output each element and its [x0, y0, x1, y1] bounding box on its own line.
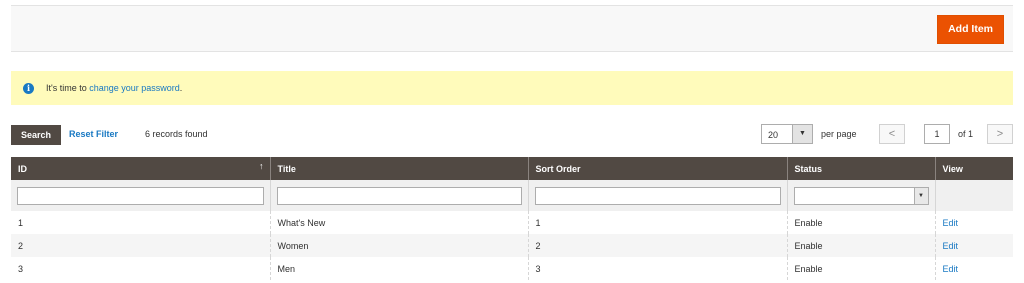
filter-cell-status: ▼ — [787, 180, 936, 211]
chevron-down-icon: ▼ — [913, 187, 928, 204]
cell-title: Women — [270, 234, 529, 257]
per-page-select[interactable]: 20 ▼ — [761, 124, 813, 144]
cell-sort-order: 3 — [528, 257, 788, 280]
add-item-button[interactable]: Add Item — [937, 15, 1004, 44]
table-row: 2 Women 2 Enable Edit — [11, 234, 1013, 257]
grid-toolbar: Search Reset Filter 6 records found 20 ▼… — [11, 124, 1013, 146]
filter-status-select[interactable]: ▼ — [793, 186, 929, 205]
filter-title-input[interactable] — [276, 186, 522, 205]
column-header-view-label: View — [942, 163, 963, 174]
chevron-left-icon: < — [888, 128, 896, 140]
page-total: of 1 — [958, 129, 974, 139]
cell-title: Men — [270, 257, 529, 280]
column-header-status[interactable]: Status — [787, 157, 936, 180]
chevron-down-icon: ▼ — [792, 125, 812, 143]
column-header-view: View — [935, 157, 1013, 180]
edit-link[interactable]: Edit — [943, 241, 959, 251]
per-page-label: per page — [821, 129, 857, 139]
next-page-button[interactable]: > — [987, 124, 1013, 144]
grid-header-row: ID ↑ Title Sort Order Status View — [11, 157, 1013, 180]
cell-status: Enable — [787, 257, 936, 280]
filter-row: ▼ — [11, 180, 1013, 211]
column-header-title[interactable]: Title — [270, 157, 529, 180]
filter-cell-sort-order — [528, 180, 788, 211]
column-header-sort-order[interactable]: Sort Order — [528, 157, 788, 180]
column-header-id-label: ID — [18, 163, 27, 174]
filter-sort-order-input[interactable] — [534, 186, 781, 205]
info-icon: i — [23, 82, 34, 94]
column-header-sort-order-label: Sort Order — [535, 163, 581, 174]
password-notice: i It's time to change your password. — [11, 71, 1013, 105]
filter-id-input[interactable] — [17, 186, 264, 205]
items-grid: ID ↑ Title Sort Order Status View ▼ 1 Wha… — [11, 157, 1013, 280]
cell-view: Edit — [935, 211, 1013, 234]
column-header-title-label: Title — [277, 163, 296, 174]
filter-cell-view — [935, 180, 1013, 211]
notice-prefix: It's time to — [46, 83, 90, 93]
cell-status: Enable — [787, 234, 936, 257]
column-header-id[interactable]: ID ↑ — [11, 157, 271, 180]
filter-cell-title — [270, 180, 529, 211]
notice-text: It's time to change your password. — [46, 83, 182, 93]
table-row: 1 What's New 1 Enable Edit — [11, 211, 1013, 234]
cell-id: 2 — [11, 234, 271, 257]
cell-sort-order: 1 — [528, 211, 788, 234]
cell-status: Enable — [787, 211, 936, 234]
change-password-link[interactable]: change your password — [89, 83, 180, 93]
page-number-input[interactable]: 1 — [924, 124, 950, 144]
table-row: 3 Men 3 Enable Edit — [11, 257, 1013, 280]
records-count: 6 records found — [145, 129, 208, 139]
chevron-right-icon: > — [996, 128, 1004, 140]
cell-view: Edit — [935, 257, 1013, 280]
cell-sort-order: 2 — [528, 234, 788, 257]
cell-id: 3 — [11, 257, 271, 280]
search-button[interactable]: Search — [11, 125, 62, 145]
notice-suffix: . — [179, 83, 183, 93]
column-header-status-label: Status — [794, 163, 823, 174]
per-page-value: 20 — [768, 130, 779, 140]
filter-cell-id — [11, 180, 271, 211]
edit-link[interactable]: Edit — [943, 264, 959, 274]
cell-view: Edit — [935, 234, 1013, 257]
cell-title: What's New — [270, 211, 529, 234]
reset-filter-link[interactable]: Reset Filter — [69, 129, 118, 139]
sort-up-arrow-icon: ↑ — [259, 161, 264, 171]
cell-id: 1 — [11, 211, 271, 234]
page-actions-bar: Add Item — [11, 5, 1013, 52]
edit-link[interactable]: Edit — [943, 218, 959, 228]
previous-page-button[interactable]: < — [879, 124, 905, 144]
